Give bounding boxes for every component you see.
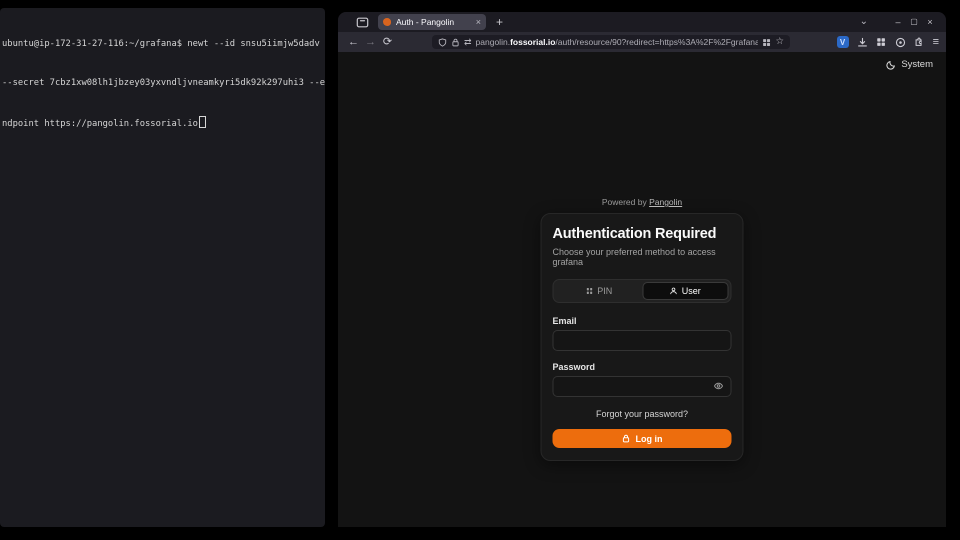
show-password-eye-icon[interactable]	[714, 381, 724, 391]
firefox-view-icon[interactable]	[356, 16, 369, 29]
adblock-circle-icon[interactable]	[895, 37, 906, 48]
url-path: /auth/resource/90?redirect=https%3A%2F%2…	[555, 37, 758, 47]
moon-icon	[886, 60, 896, 70]
browser-window: Auth - Pangolin × + ⌄ – ▢ × ← → ⟳	[338, 12, 946, 527]
password-label: Password	[553, 362, 732, 372]
shield-icon[interactable]	[438, 38, 447, 47]
window-close-button[interactable]: ×	[922, 18, 938, 27]
card-subtitle: Choose your preferred method to access g…	[553, 247, 732, 267]
powered-by: Powered by Pangolin	[541, 197, 744, 207]
auth-card: Authentication Required Choose your pref…	[541, 213, 744, 461]
tab-pin-label: PIN	[597, 286, 612, 296]
navigation-toolbar: ← → ⟳ ⇄ pangolin.fossorial.io/auth/resou…	[338, 32, 946, 52]
auth-section: Powered by Pangolin Authentication Requi…	[541, 197, 744, 461]
lock-icon[interactable]	[451, 38, 460, 47]
tab-user-label: User	[682, 286, 701, 296]
email-field[interactable]	[553, 330, 732, 351]
terminal-line-text: ndpoint https://pangolin.fossorial.io	[2, 119, 198, 129]
forgot-password-link[interactable]: Forgot your password?	[553, 409, 732, 419]
terminal-window[interactable]: ubuntu@ip-172-31-27-116:~/grafana$ newt …	[0, 8, 325, 527]
new-tab-button[interactable]: +	[496, 16, 503, 28]
auth-method-tabs: PIN User	[553, 279, 732, 303]
menu-icon[interactable]: ≡	[933, 37, 939, 48]
forward-button[interactable]: →	[362, 37, 379, 48]
theme-toggle[interactable]: System	[886, 59, 933, 70]
reload-button[interactable]: ⟳	[379, 37, 396, 48]
bookmark-star-icon[interactable]: ☆	[775, 37, 784, 47]
password-field[interactable]	[553, 376, 732, 397]
list-all-tabs-chevron-icon[interactable]: ⌄	[860, 19, 868, 25]
tab-bar: Auth - Pangolin × + ⌄ – ▢ ×	[338, 12, 946, 32]
tab-pin[interactable]: PIN	[556, 282, 643, 300]
pangolin-link[interactable]: Pangolin	[649, 197, 682, 207]
terminal-cursor	[199, 116, 206, 128]
toolbar-extensions-area: V	[837, 36, 939, 48]
back-button[interactable]: ←	[345, 37, 362, 48]
window-minimize-button[interactable]: –	[890, 18, 906, 27]
theme-toggle-label: System	[901, 59, 933, 70]
email-label: Email	[553, 316, 732, 326]
downloads-icon[interactable]	[857, 37, 868, 48]
url-text[interactable]: pangolin.fossorial.io/auth/resource/90?r…	[476, 37, 759, 47]
user-icon	[670, 287, 678, 295]
vimium-extension-icon[interactable]: V	[837, 36, 849, 48]
terminal-line: --secret 7cbz1xw08lh1jbzey03yxvndljvneam…	[2, 77, 323, 90]
url-domain: fossorial.io	[510, 37, 555, 47]
tab-user[interactable]: User	[642, 282, 729, 300]
extensions-puzzle-icon[interactable]	[914, 37, 925, 48]
terminal-line: ubuntu@ip-172-31-27-116:~/grafana$ newt …	[2, 38, 323, 51]
pangolin-favicon-icon	[383, 18, 391, 26]
grid-page-action-icon[interactable]	[762, 38, 771, 47]
container-arrows-icon[interactable]: ⇄	[464, 38, 472, 47]
keypad-icon	[585, 287, 593, 295]
url-bar[interactable]: ⇄ pangolin.fossorial.io/auth/resource/90…	[432, 35, 790, 49]
desktop: ubuntu@ip-172-31-27-116:~/grafana$ newt …	[0, 0, 960, 540]
tab-title: Auth - Pangolin	[396, 17, 471, 27]
window-maximize-button[interactable]: ▢	[906, 18, 922, 26]
login-lock-icon	[622, 434, 631, 443]
tab-auth-pangolin[interactable]: Auth - Pangolin ×	[378, 14, 486, 30]
card-title: Authentication Required	[553, 226, 732, 242]
powered-by-text: Powered by	[602, 197, 647, 207]
login-button-label: Log in	[636, 434, 663, 444]
page-content: System Powered by Pangolin Authenticatio…	[338, 52, 946, 527]
terminal-line: ndpoint https://pangolin.fossorial.io	[2, 116, 323, 129]
url-prefix: pangolin.	[476, 37, 511, 47]
login-button[interactable]: Log in	[553, 429, 732, 448]
extension-grid-icon[interactable]	[876, 37, 887, 48]
tab-close-icon[interactable]: ×	[476, 18, 481, 27]
